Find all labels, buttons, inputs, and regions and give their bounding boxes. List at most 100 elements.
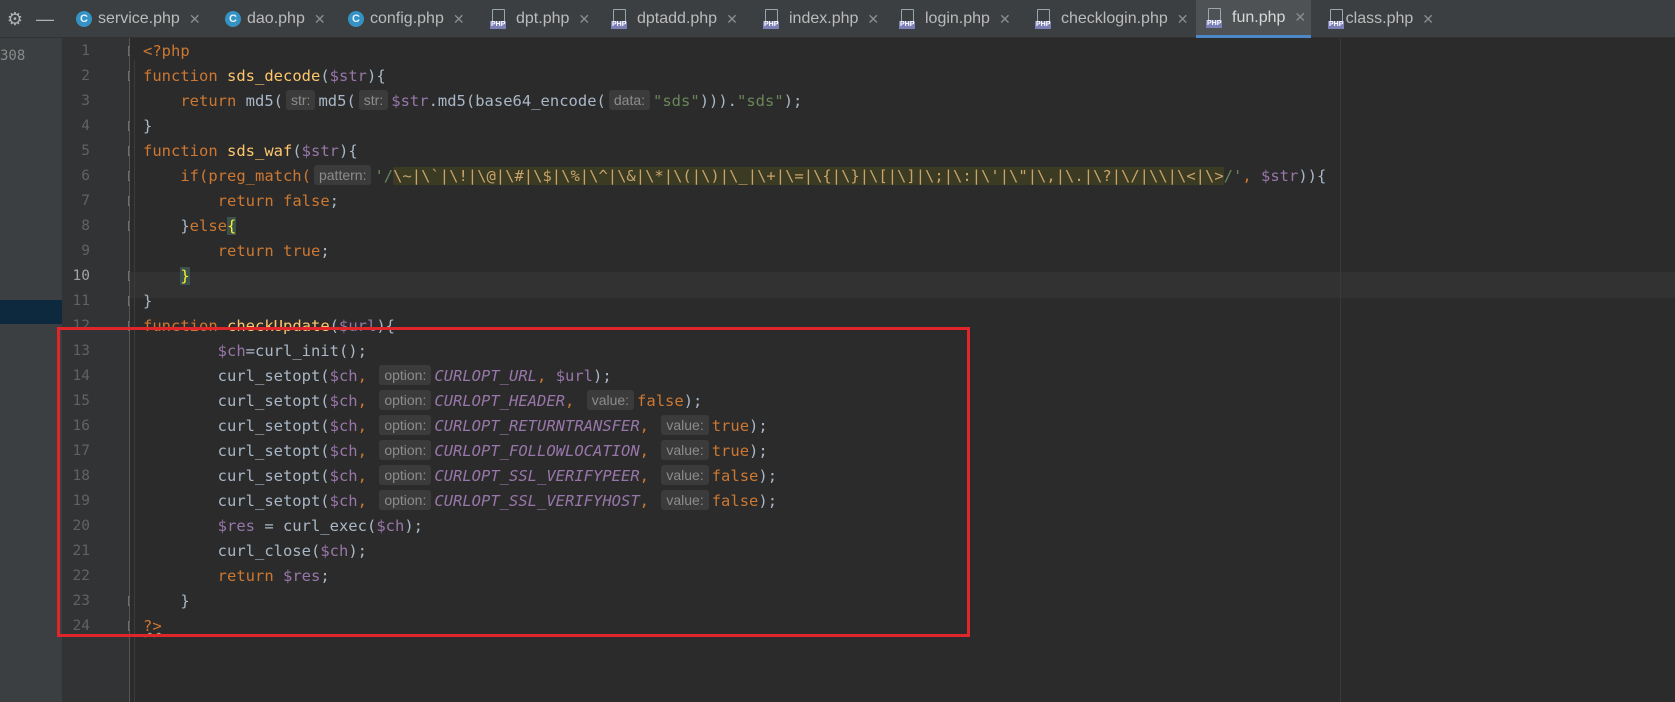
minus-icon[interactable]: — <box>34 8 56 30</box>
current-line-highlight <box>130 272 1675 298</box>
variable: $str <box>301 142 339 160</box>
php-file-icon: PHP <box>1206 7 1226 28</box>
parameter-hint: pattern: <box>313 165 372 185</box>
tab-service-php[interactable]: Cservice.php ✕ <box>66 0 208 38</box>
tab-login-php[interactable]: PHP login.php ✕ <box>889 0 1018 38</box>
code-text: , <box>1242 167 1262 185</box>
close-icon[interactable]: ✕ <box>1294 9 1306 26</box>
code-line[interactable]: <?php <box>143 38 190 64</box>
tab-dptadd-php[interactable]: PHP dptadd.php ✕ <box>601 0 746 38</box>
parameter-hint: data: <box>608 90 651 110</box>
code-text: .md5(base64_encode( <box>428 92 606 110</box>
panel-number: 308 <box>0 48 26 64</box>
line-number[interactable]: 3 <box>62 88 90 114</box>
code-line[interactable]: function sds_decode($str){ <box>143 63 386 89</box>
code-text: } <box>143 117 153 135</box>
code-text: } <box>143 292 153 310</box>
line-number[interactable]: 7 <box>62 188 90 214</box>
class-file-icon: C <box>76 11 92 27</box>
close-icon[interactable]: ✕ <box>1177 11 1189 28</box>
tab-dao-php[interactable]: Cdao.php ✕ <box>215 0 331 38</box>
tab-checklogin-php[interactable]: PHP checklogin.php ✕ <box>1025 0 1189 38</box>
variable: $str <box>391 92 429 110</box>
line-number[interactable]: 11 <box>62 288 90 314</box>
php-file-icon: PHP <box>1328 9 1345 29</box>
code-line[interactable]: } <box>143 288 152 314</box>
project-panel: 308 <box>0 38 62 702</box>
keyword: true <box>273 242 321 260</box>
code-line[interactable]: return md5(str: md5(str: $str.md5(base64_e… <box>143 88 802 114</box>
keyword: function <box>143 67 218 85</box>
tab-label: class.php <box>1345 10 1414 27</box>
line-number[interactable]: 5 <box>62 138 90 164</box>
class-file-icon: C <box>348 11 364 27</box>
tab-label: checklogin.php <box>1061 10 1168 27</box>
keyword: false <box>273 192 330 210</box>
tab-config-php[interactable]: Cconfig.php ✕ <box>338 0 473 38</box>
code-line[interactable]: if(preg_match(pattern: '/\~|\`|\!|\@|\#|\… <box>143 163 1326 189</box>
code-text: } <box>180 217 190 235</box>
close-icon[interactable]: ✕ <box>726 11 738 28</box>
code-line[interactable]: } <box>143 113 152 139</box>
line-number[interactable]: 9 <box>62 238 90 264</box>
highlight-annotation-box <box>57 327 970 637</box>
gear-icon[interactable]: ⚙ <box>4 8 26 30</box>
close-icon[interactable]: ✕ <box>867 11 879 28</box>
panel-selection[interactable] <box>0 300 62 324</box>
keyword: return <box>217 242 274 260</box>
punct: ){ <box>367 67 386 85</box>
php-file-icon: PHP <box>611 9 631 29</box>
keyword: return <box>217 192 274 210</box>
php-file-icon: PHP <box>1035 9 1055 29</box>
code-line[interactable]: return false; <box>143 188 339 214</box>
line-number[interactable]: 2 <box>62 63 90 89</box>
line-number[interactable]: 1 <box>62 38 90 64</box>
code-text: ; <box>320 242 330 260</box>
code-text: md5( <box>318 92 356 110</box>
php-file-icon: PHP <box>763 9 783 29</box>
close-icon[interactable]: ✕ <box>578 11 590 28</box>
keyword: function <box>143 142 218 160</box>
tab-dpt-php[interactable]: PHP dpt.php ✕ <box>480 0 595 38</box>
close-icon[interactable]: ✕ <box>999 11 1011 28</box>
line-number[interactable]: 10 <box>62 263 90 289</box>
tab-label: login.php <box>925 10 990 27</box>
code-text: ))). <box>699 92 738 110</box>
function-name: sds_waf <box>227 142 293 160</box>
line-number[interactable]: 8 <box>62 213 90 239</box>
close-icon[interactable]: ✕ <box>189 11 201 28</box>
php-file-icon: PHP <box>490 9 510 29</box>
tab-fun-php[interactable]: PHP fun.php ✕ <box>1196 0 1311 38</box>
tab-label: dpt.php <box>516 10 570 27</box>
right-margin-guide <box>1340 38 1341 702</box>
tab-index-php[interactable]: PHP index.php ✕ <box>753 0 882 38</box>
php-file-badge: PHP <box>899 21 916 29</box>
code-text: md5( <box>236 92 283 110</box>
code-line[interactable]: } <box>143 263 190 289</box>
code-line[interactable]: }else{ <box>143 213 237 239</box>
code-text: ); <box>783 92 803 110</box>
code-text: )){ <box>1298 167 1327 185</box>
string-literal: '/ <box>374 167 394 185</box>
line-number[interactable]: 4 <box>62 113 90 139</box>
close-icon[interactable]: ✕ <box>1422 11 1434 28</box>
close-icon[interactable]: ✕ <box>314 11 326 28</box>
keyword: else <box>189 217 227 235</box>
matched-brace: { <box>227 217 237 235</box>
keyword: return <box>180 92 237 110</box>
tab-label: index.php <box>789 10 859 27</box>
line-number[interactable]: 6 <box>62 163 90 189</box>
tab-label: config.php <box>370 10 444 27</box>
string-literal: "sds" <box>653 92 700 110</box>
punct: ( <box>292 142 302 160</box>
code-line[interactable]: return true; <box>143 238 330 264</box>
class-file-icon: C <box>225 11 241 27</box>
close-icon[interactable]: ✕ <box>453 11 465 28</box>
code-line[interactable]: function sds_waf($str){ <box>143 138 358 164</box>
tab-class-php[interactable]: PHP class.php ✕ <box>1318 0 1434 38</box>
